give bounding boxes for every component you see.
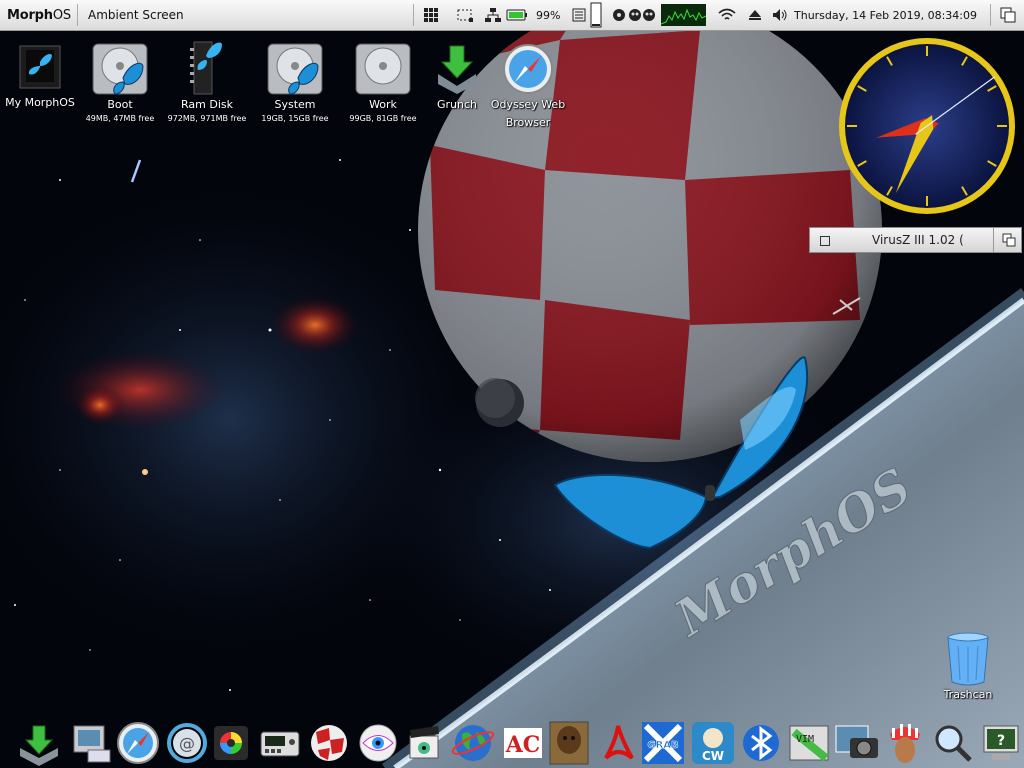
desktop-icon-boot[interactable]: Boot 49MB, 47MB free (78, 38, 162, 124)
desktop-icon-ram-disk[interactable]: Ram Disk 972MB, 971MB free (165, 38, 249, 124)
morphos-logo[interactable]: Morph OS (7, 0, 71, 30)
desktop-icon-space: 972MB, 971MB free (167, 114, 247, 123)
close-icon[interactable] (820, 236, 830, 246)
cpu-gauge-icon (590, 0, 602, 30)
svg-text:@: @ (179, 734, 195, 753)
pdf-icon[interactable] (596, 720, 642, 766)
cupcake-icon[interactable]: CW (690, 720, 736, 766)
cpu-graph-icon (661, 0, 706, 30)
virusz-window[interactable]: VirusZ III 1.02 ( (809, 227, 1022, 253)
top-menubar: MorphOS Ambient Screen 99% Thursday, 14 (0, 0, 1024, 31)
memory-icon[interactable] (572, 0, 586, 30)
media-controls-icon[interactable] (612, 0, 656, 30)
ball-icon[interactable] (306, 720, 352, 766)
menubar-separator (990, 4, 991, 26)
ram-chip-icon (190, 41, 222, 95)
desktop-icon-label: System (274, 98, 316, 111)
globe-icon[interactable] (450, 720, 496, 766)
radio-icon[interactable] (257, 720, 303, 766)
camera-icon[interactable] (834, 720, 880, 766)
svg-text:VIM: VIM (796, 734, 814, 745)
logo-prefix: Morph (7, 7, 53, 23)
battery-icon[interactable] (506, 0, 528, 30)
screen-depth-icon[interactable] (1000, 0, 1016, 30)
window-separator (993, 228, 994, 252)
chief-icon[interactable] (882, 720, 928, 766)
search-icon[interactable] (930, 720, 976, 766)
screenshot-icon[interactable] (456, 0, 474, 30)
desktop-icon-space: 99GB, 81GB free (349, 114, 417, 123)
wifi-icon[interactable] (718, 0, 736, 30)
compass-icon[interactable] (115, 720, 161, 766)
computer-icon (19, 45, 61, 89)
desktop-icon-label: Boot (107, 98, 133, 111)
desktop-icon-my-morphos[interactable]: My MorphOS (0, 40, 82, 112)
harddisk-icon (267, 43, 323, 95)
svg-text:?: ? (997, 733, 1005, 749)
compass-icon (503, 44, 553, 94)
desktop-icon-label: Odyssey Web (490, 98, 566, 111)
svg-text:CW: CW (702, 749, 724, 763)
chewbacca-icon[interactable] (546, 720, 592, 766)
desktop-icon-label-line2: Browser (505, 116, 551, 129)
terminal-icon[interactable]: VIM (786, 720, 832, 766)
menubar-separator (77, 4, 78, 26)
screen-title[interactable]: Ambient Screen (88, 0, 184, 30)
finder-icon[interactable] (68, 720, 114, 766)
email-icon[interactable]: @ (164, 720, 210, 766)
volume-icon[interactable] (772, 0, 788, 30)
download-arrow-icon (438, 45, 476, 94)
color-wheel-icon[interactable] (208, 720, 254, 766)
logo-suffix: OS (52, 7, 71, 23)
desktop-icon-system[interactable]: System 19GB, 15GB free (253, 38, 337, 124)
grab-icon[interactable]: GRAB (640, 720, 686, 766)
desktop-icon-label: Ram Disk (181, 98, 233, 111)
eye-icon[interactable] (355, 720, 401, 766)
harddisk-icon (355, 43, 411, 95)
window-depth-icon[interactable] (1002, 233, 1016, 247)
svg-text:AC: AC (505, 732, 541, 758)
bluetooth-icon[interactable] (738, 720, 784, 766)
eject-icon[interactable] (748, 0, 762, 30)
download-icon[interactable] (16, 720, 62, 766)
datetime-clock[interactable]: Thursday, 14 Feb 2019, 08:34:09 (794, 0, 977, 30)
menubar-separator (413, 4, 414, 26)
svg-text:GRAB: GRAB (647, 740, 678, 751)
desktop-icon-trashcan[interactable]: Trashcan (926, 630, 1010, 704)
clapper-icon[interactable] (402, 720, 448, 766)
desktop-icon-space: 49MB, 47MB free (85, 114, 155, 123)
dock: @ AC GRAB CW VIM ? (0, 718, 1024, 768)
desktop-icon-label: Work (369, 98, 397, 111)
desktop-icon-label: My MorphOS (5, 96, 75, 109)
window-title: VirusZ III 1.02 ( (872, 233, 964, 247)
apps-icon[interactable]: AC (500, 720, 546, 766)
desktop-icon-label: Trashcan (943, 688, 993, 701)
desktop-icon-odyssey[interactable]: Odyssey Web Browser (486, 42, 570, 132)
analog-clock[interactable] (835, 34, 1019, 218)
network-icon[interactable] (484, 0, 502, 30)
harddisk-icon (92, 43, 148, 95)
desktop-icon-work[interactable]: Work 99GB, 81GB free (341, 38, 425, 124)
apps-grid-icon[interactable] (423, 0, 439, 30)
help-icon[interactable]: ? (978, 720, 1024, 766)
trashcan-icon (947, 632, 989, 686)
desktop-icon-space: 19GB, 15GB free (261, 114, 329, 123)
battery-percent: 99% (536, 8, 561, 22)
